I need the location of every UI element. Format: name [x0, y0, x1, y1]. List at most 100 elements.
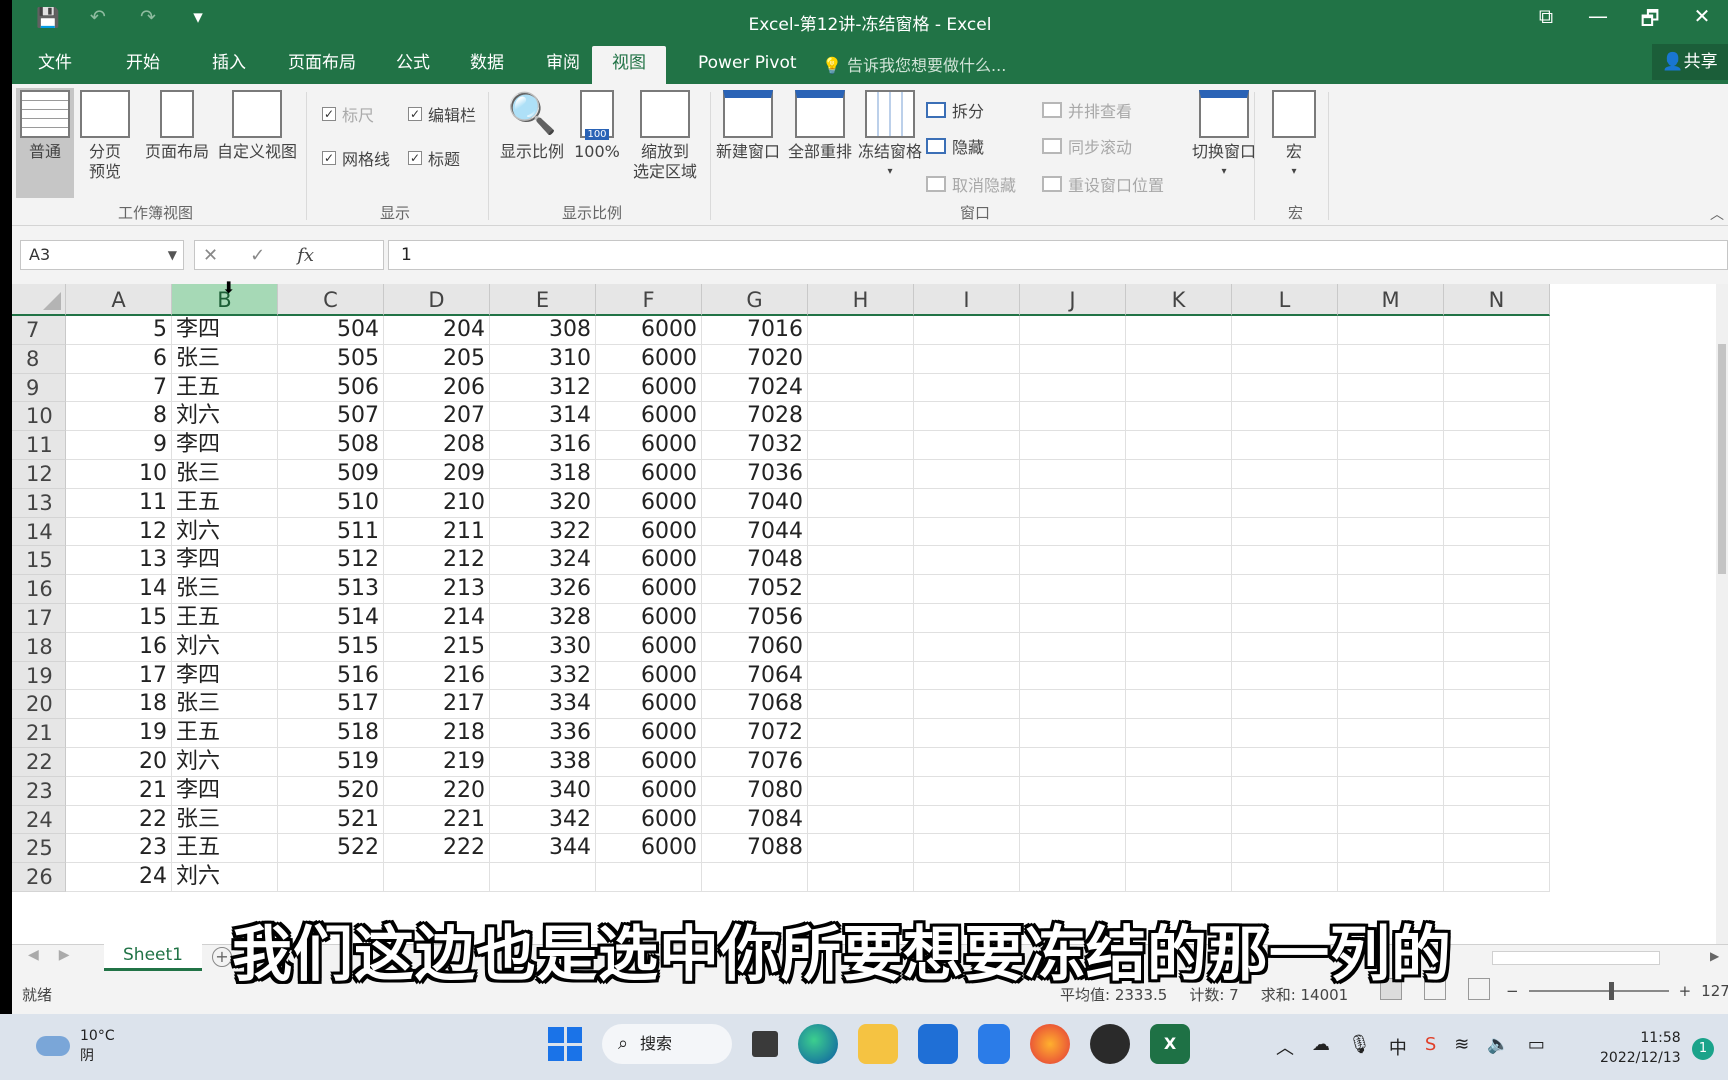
formula-bar-checkbox[interactable]: ✓ 编辑栏: [408, 102, 476, 126]
table-cell[interactable]: [1444, 316, 1550, 345]
row-header[interactable]: 13: [12, 488, 66, 518]
table-cell[interactable]: 322: [490, 517, 596, 547]
table-cell[interactable]: 332: [490, 661, 596, 691]
windows-start-icon[interactable]: [548, 1027, 582, 1061]
table-cell[interactable]: [1444, 546, 1550, 576]
table-cell[interactable]: [1232, 460, 1338, 489]
table-cell[interactable]: 210: [384, 488, 490, 518]
table-cell[interactable]: [1020, 373, 1126, 403]
row-header[interactable]: 18: [12, 632, 66, 662]
tab-file[interactable]: 文件: [24, 46, 86, 84]
table-cell[interactable]: [1232, 776, 1338, 806]
hide-button[interactable]: 隐藏: [926, 134, 984, 158]
view-side-by-side-button[interactable]: 并排查看: [1042, 98, 1132, 122]
table-cell[interactable]: 6000: [596, 460, 702, 489]
table-cell[interactable]: 208: [384, 431, 490, 460]
table-cell[interactable]: 320: [490, 488, 596, 518]
table-cell[interactable]: [1444, 776, 1550, 806]
table-cell[interactable]: 王五: [172, 488, 278, 518]
table-cell[interactable]: [914, 575, 1020, 604]
table-cell[interactable]: [1020, 402, 1126, 432]
table-cell[interactable]: 王五: [172, 719, 278, 748]
zoom-knob[interactable]: [1608, 982, 1614, 1000]
table-cell[interactable]: 520: [278, 776, 384, 806]
page-break-preview-button[interactable]: 分页 预览: [76, 88, 134, 182]
table-cell[interactable]: [1338, 575, 1444, 604]
table-cell[interactable]: 207: [384, 402, 490, 432]
tab-formulas[interactable]: 公式: [382, 46, 444, 84]
table-cell[interactable]: [1126, 632, 1232, 662]
row-header[interactable]: 22: [12, 748, 66, 777]
table-cell[interactable]: 6000: [596, 402, 702, 432]
table-cell[interactable]: 王五: [172, 834, 278, 864]
normal-view-button[interactable]: 普通: [16, 88, 74, 198]
table-cell[interactable]: [808, 863, 914, 892]
add-sheet-icon[interactable]: +: [212, 947, 232, 967]
row-header[interactable]: 10: [12, 402, 66, 432]
table-cell[interactable]: [914, 690, 1020, 720]
table-cell[interactable]: [914, 776, 1020, 806]
table-cell[interactable]: 7084: [702, 805, 808, 835]
table-cell[interactable]: 李四: [172, 546, 278, 576]
column-header-g[interactable]: G: [702, 284, 808, 316]
table-cell[interactable]: 6000: [596, 316, 702, 345]
sheet-tab-sheet1[interactable]: Sheet1: [104, 943, 202, 971]
table-cell[interactable]: 509: [278, 460, 384, 489]
table-cell[interactable]: [1232, 402, 1338, 432]
table-cell[interactable]: 218: [384, 719, 490, 748]
table-cell[interactable]: 340: [490, 776, 596, 806]
table-cell[interactable]: [1020, 316, 1126, 345]
tab-view[interactable]: 视图: [592, 46, 666, 84]
table-cell[interactable]: 16: [66, 632, 172, 662]
table-cell[interactable]: 6000: [596, 373, 702, 403]
tab-insert[interactable]: 插入: [198, 46, 260, 84]
table-cell[interactable]: 7060: [702, 632, 808, 662]
table-cell[interactable]: [1444, 661, 1550, 691]
table-cell[interactable]: 王五: [172, 373, 278, 403]
table-cell[interactable]: 326: [490, 575, 596, 604]
table-cell[interactable]: [1444, 460, 1550, 489]
column-header-e[interactable]: E: [490, 284, 596, 316]
row-header[interactable]: 21: [12, 719, 66, 748]
table-cell[interactable]: [1338, 316, 1444, 345]
table-cell[interactable]: [1444, 488, 1550, 518]
table-cell[interactable]: [1444, 517, 1550, 547]
table-cell[interactable]: 215: [384, 632, 490, 662]
table-cell[interactable]: [1020, 344, 1126, 374]
table-cell[interactable]: [1232, 863, 1338, 892]
table-cell[interactable]: [808, 604, 914, 633]
table-cell[interactable]: [808, 661, 914, 691]
tab-review[interactable]: 审阅: [532, 46, 594, 84]
file-explorer-icon[interactable]: [858, 1024, 898, 1064]
table-cell[interactable]: [808, 402, 914, 432]
table-cell[interactable]: [1020, 748, 1126, 777]
table-cell[interactable]: [1126, 604, 1232, 633]
new-window-button[interactable]: 新建窗口: [714, 88, 782, 162]
table-cell[interactable]: 316: [490, 431, 596, 460]
table-cell[interactable]: 6000: [596, 575, 702, 604]
table-cell[interactable]: [1232, 690, 1338, 720]
table-cell[interactable]: 510: [278, 488, 384, 518]
table-cell[interactable]: [1126, 402, 1232, 432]
table-cell[interactable]: 334: [490, 690, 596, 720]
table-cell[interactable]: [1338, 488, 1444, 518]
table-cell[interactable]: [914, 488, 1020, 518]
table-cell[interactable]: [1126, 863, 1232, 892]
table-cell[interactable]: 324: [490, 546, 596, 576]
row-header[interactable]: 12: [12, 460, 66, 489]
table-cell[interactable]: 7032: [702, 431, 808, 460]
zoom-in-icon[interactable]: +: [1679, 982, 1692, 1000]
table-cell[interactable]: [1338, 776, 1444, 806]
prev-sheet-icon[interactable]: ◀: [28, 947, 39, 963]
table-cell[interactable]: [1444, 632, 1550, 662]
table-cell[interactable]: [1338, 546, 1444, 576]
minimize-button[interactable]: —: [1572, 4, 1624, 38]
table-cell[interactable]: 10: [66, 460, 172, 489]
table-cell[interactable]: [1444, 805, 1550, 835]
scroll-right-icon[interactable]: ▶: [1710, 949, 1719, 963]
table-cell[interactable]: [808, 719, 914, 748]
column-header-n[interactable]: N: [1444, 284, 1550, 316]
arrange-all-button[interactable]: 全部重排: [786, 88, 854, 162]
table-cell[interactable]: [1020, 632, 1126, 662]
table-cell[interactable]: [1126, 805, 1232, 835]
